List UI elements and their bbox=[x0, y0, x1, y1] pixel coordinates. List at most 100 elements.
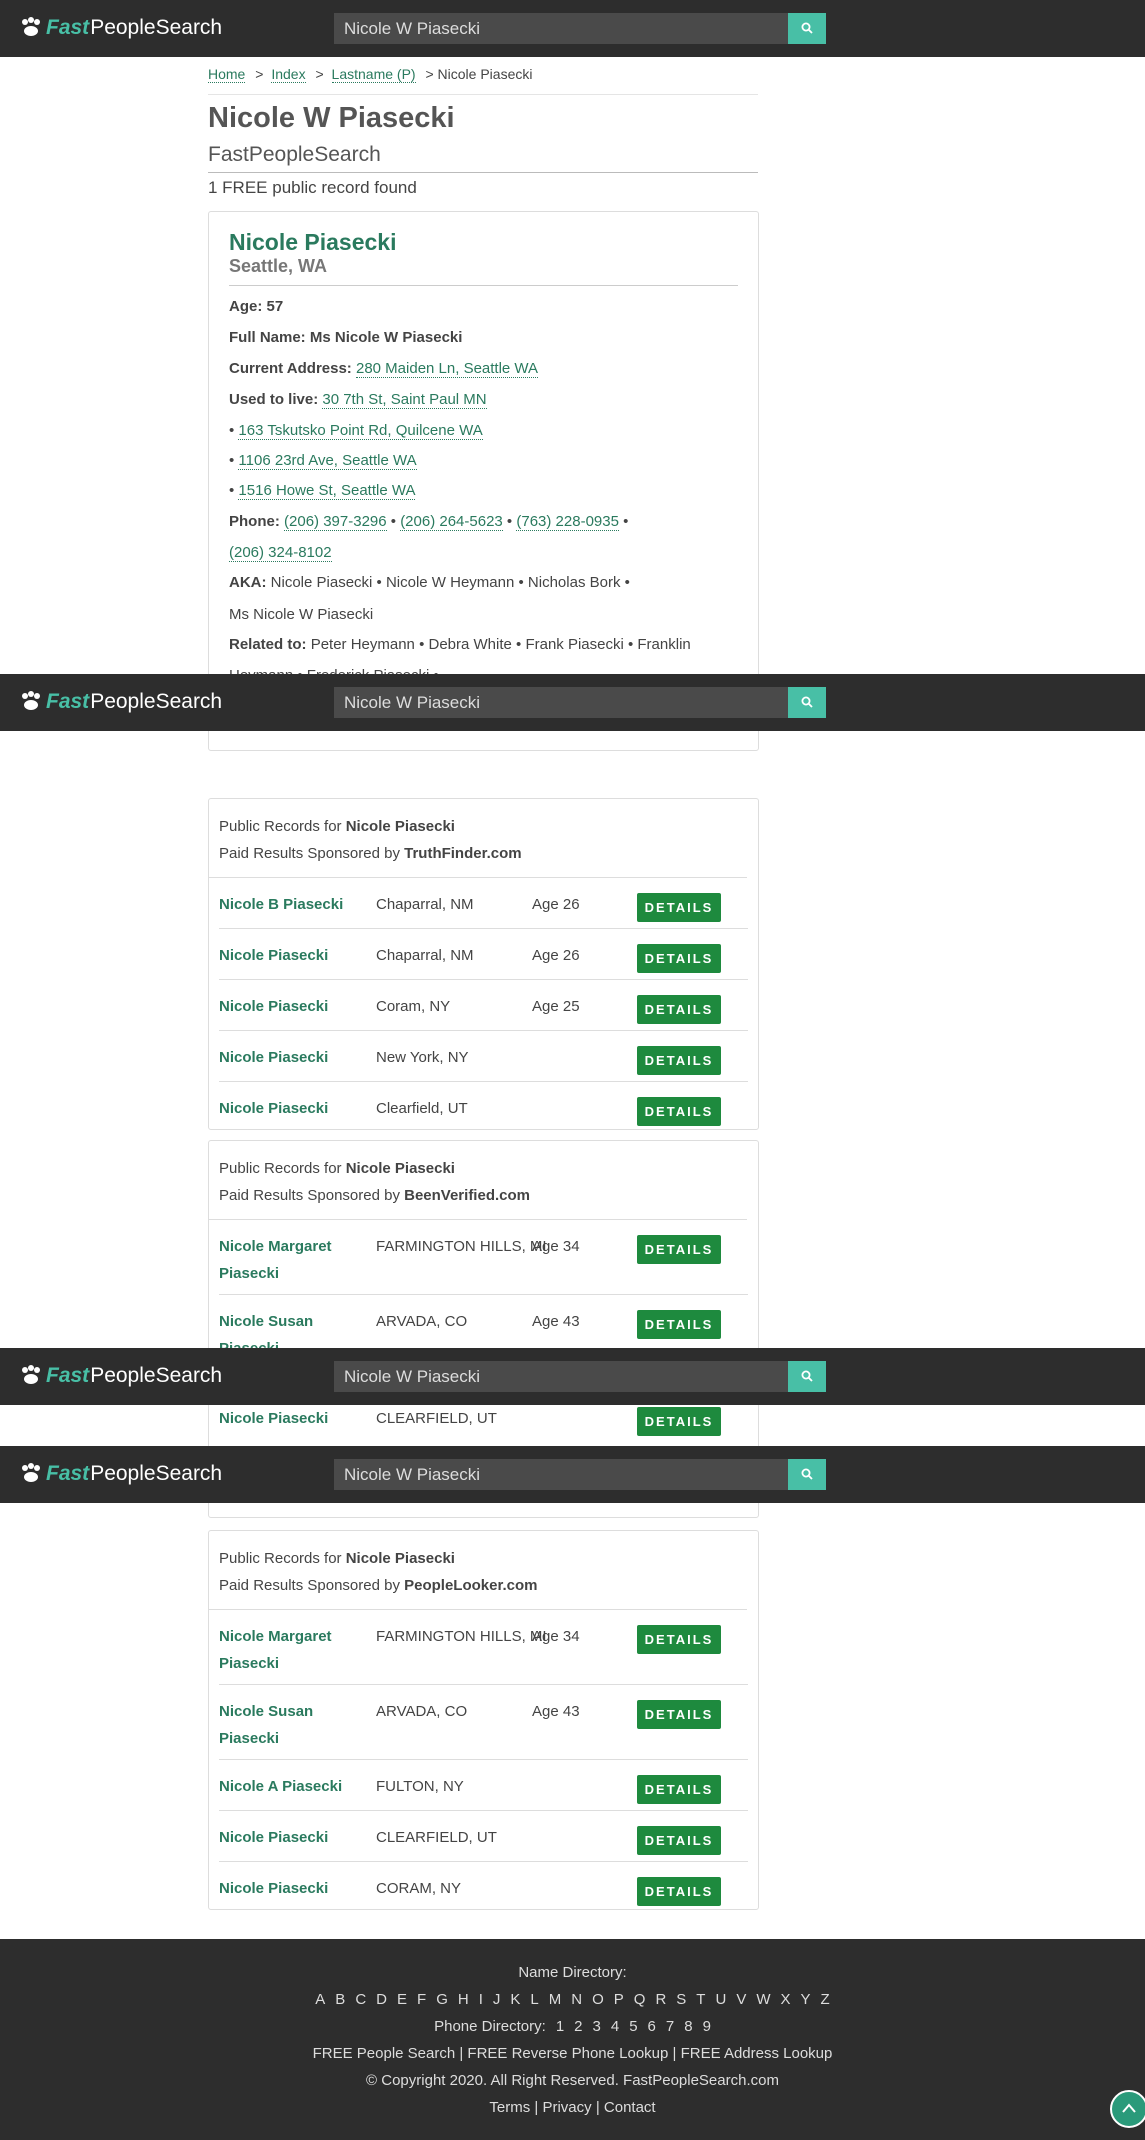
digit-link[interactable]: 5 bbox=[629, 2018, 637, 2035]
past-address-link[interactable]: 163 Tskutsko Point Rd, Quilcene WA bbox=[238, 422, 483, 440]
past-address-link[interactable]: 1106 23rd Ave, Seattle WA bbox=[238, 452, 417, 470]
details-button[interactable]: DETAILS bbox=[637, 1877, 721, 1906]
result-name[interactable]: Nicole Margaret Piasecki bbox=[219, 1233, 364, 1287]
letter-link[interactable]: M bbox=[549, 1991, 562, 2008]
details-button[interactable]: DETAILS bbox=[637, 1407, 721, 1436]
back-to-top-button[interactable] bbox=[1110, 2090, 1145, 2128]
table-row: Nicole Piasecki CLEARFIELD, UT DETAILS bbox=[219, 1811, 748, 1862]
result-name[interactable]: Nicole Piasecki bbox=[219, 1044, 364, 1071]
search-button[interactable] bbox=[788, 13, 826, 44]
result-name[interactable]: Nicole Piasecki bbox=[219, 1405, 364, 1432]
letter-link[interactable]: C bbox=[355, 1991, 366, 2008]
digit-link[interactable]: 9 bbox=[703, 2018, 711, 2035]
terms-link[interactable]: Terms bbox=[489, 2099, 530, 2116]
result-name[interactable]: Nicole Susan Piasecki bbox=[219, 1698, 364, 1752]
result-city: CLEARFIELD, UT bbox=[376, 1410, 497, 1427]
details-button[interactable]: DETAILS bbox=[637, 1235, 721, 1264]
letter-link[interactable]: H bbox=[458, 1991, 469, 2008]
sponsor-name: TruthFinder.com bbox=[404, 845, 522, 862]
letter-link[interactable]: O bbox=[592, 1991, 604, 2008]
details-button[interactable]: DETAILS bbox=[637, 1700, 721, 1729]
breadcrumb-lastname[interactable]: Lastname (P) bbox=[331, 66, 416, 83]
letter-link[interactable]: B bbox=[335, 1991, 345, 2008]
letter-link[interactable]: I bbox=[479, 1991, 483, 2008]
search-input[interactable] bbox=[334, 1459, 788, 1490]
letter-link[interactable]: Z bbox=[821, 1991, 830, 2008]
digit-link[interactable]: 8 bbox=[684, 2018, 692, 2035]
result-name[interactable]: Nicole Margaret Piasecki bbox=[219, 1623, 364, 1677]
letter-link[interactable]: K bbox=[510, 1991, 520, 2008]
free-reverse-phone-link[interactable]: FREE Reverse Phone Lookup bbox=[467, 2045, 668, 2062]
letter-link[interactable]: F bbox=[417, 1991, 426, 2008]
letter-link[interactable]: E bbox=[397, 1991, 407, 2008]
letter-link[interactable]: S bbox=[676, 1991, 686, 2008]
search-button[interactable] bbox=[788, 687, 826, 718]
details-button[interactable]: DETAILS bbox=[637, 1046, 721, 1075]
site-logo[interactable]: Fast PeopleSearch bbox=[20, 1462, 222, 1486]
letter-link[interactable]: Y bbox=[801, 1991, 811, 2008]
site-logo[interactable]: Fast PeopleSearch bbox=[20, 16, 222, 40]
letter-link[interactable]: U bbox=[715, 1991, 726, 2008]
letter-link[interactable]: Q bbox=[634, 1991, 646, 2008]
digit-link[interactable]: 4 bbox=[611, 2018, 619, 2035]
letter-link[interactable]: J bbox=[493, 1991, 501, 2008]
phone-link[interactable]: (763) 228-0935 bbox=[516, 513, 619, 531]
result-name[interactable]: Nicole A Piasecki bbox=[219, 1773, 364, 1800]
digit-link[interactable]: 1 bbox=[556, 2018, 564, 2035]
letter-link[interactable]: G bbox=[436, 1991, 448, 2008]
details-button[interactable]: DETAILS bbox=[637, 1775, 721, 1804]
digit-link[interactable]: 7 bbox=[666, 2018, 674, 2035]
record-age: Age: 57 bbox=[229, 298, 283, 315]
details-button[interactable]: DETAILS bbox=[637, 893, 721, 922]
current-address-link[interactable]: 280 Maiden Ln, Seattle WA bbox=[355, 360, 539, 378]
digit-link[interactable]: 3 bbox=[593, 2018, 601, 2035]
contact-link[interactable]: Contact bbox=[604, 2099, 656, 2116]
past-address-link[interactable]: 1516 Howe St, Seattle WA bbox=[238, 482, 416, 500]
result-name[interactable]: Nicole Piasecki bbox=[219, 1875, 364, 1902]
letter-link[interactable]: T bbox=[696, 1991, 705, 2008]
result-name[interactable]: Nicole Piasecki bbox=[219, 993, 364, 1020]
result-name[interactable]: Nicole Piasecki bbox=[219, 1095, 364, 1122]
free-address-lookup-link[interactable]: FREE Address Lookup bbox=[681, 2045, 833, 2062]
letter-link[interactable]: N bbox=[571, 1991, 582, 2008]
result-city: ARVADA, CO bbox=[376, 1313, 468, 1330]
details-button[interactable]: DETAILS bbox=[637, 995, 721, 1024]
details-button[interactable]: DETAILS bbox=[637, 944, 721, 973]
letter-link[interactable]: L bbox=[530, 1991, 538, 2008]
letter-link[interactable]: W bbox=[756, 1991, 770, 2008]
privacy-link[interactable]: Privacy bbox=[542, 2099, 591, 2116]
paw-icon bbox=[20, 1463, 42, 1485]
letter-link[interactable]: V bbox=[736, 1991, 746, 2008]
letter-link[interactable]: R bbox=[655, 1991, 666, 2008]
site-logo[interactable]: Fast PeopleSearch bbox=[20, 690, 222, 714]
details-button[interactable]: DETAILS bbox=[637, 1310, 721, 1339]
breadcrumb-home[interactable]: Home bbox=[208, 66, 246, 83]
search-button[interactable] bbox=[788, 1361, 826, 1392]
search-button[interactable] bbox=[788, 1459, 826, 1490]
site-logo[interactable]: Fast PeopleSearch bbox=[20, 1364, 222, 1388]
breadcrumb-index[interactable]: Index bbox=[271, 66, 306, 83]
search-input[interactable] bbox=[334, 1361, 788, 1392]
digit-link[interactable]: 2 bbox=[574, 2018, 582, 2035]
details-button[interactable]: DETAILS bbox=[637, 1625, 721, 1654]
digit-link[interactable]: 6 bbox=[648, 2018, 656, 2035]
result-name[interactable]: Nicole Piasecki bbox=[219, 1824, 364, 1851]
letter-link[interactable]: X bbox=[781, 1991, 791, 2008]
details-button[interactable]: DETAILS bbox=[637, 1097, 721, 1126]
phone-link[interactable]: (206) 264-5623 bbox=[400, 513, 503, 531]
letter-link[interactable]: P bbox=[614, 1991, 624, 2008]
search-input[interactable] bbox=[334, 13, 788, 44]
result-age: Age 43 bbox=[532, 1313, 580, 1330]
search-icon bbox=[801, 1468, 813, 1480]
used-to-live-link[interactable]: 30 7th St, Saint Paul MN bbox=[322, 391, 487, 409]
letter-link[interactable]: D bbox=[376, 1991, 387, 2008]
result-name[interactable]: Nicole B Piasecki bbox=[219, 891, 364, 918]
letter-link[interactable]: A bbox=[315, 1991, 325, 2008]
details-button[interactable]: DETAILS bbox=[637, 1826, 721, 1855]
record-name[interactable]: Nicole Piasecki bbox=[229, 229, 397, 256]
phone-link[interactable]: (206) 324-8102 bbox=[229, 544, 332, 562]
free-people-search-link[interactable]: FREE People Search bbox=[313, 2045, 456, 2062]
search-input[interactable] bbox=[334, 687, 788, 718]
phone-link[interactable]: (206) 397-3296 bbox=[284, 513, 387, 531]
result-name[interactable]: Nicole Piasecki bbox=[219, 942, 364, 969]
